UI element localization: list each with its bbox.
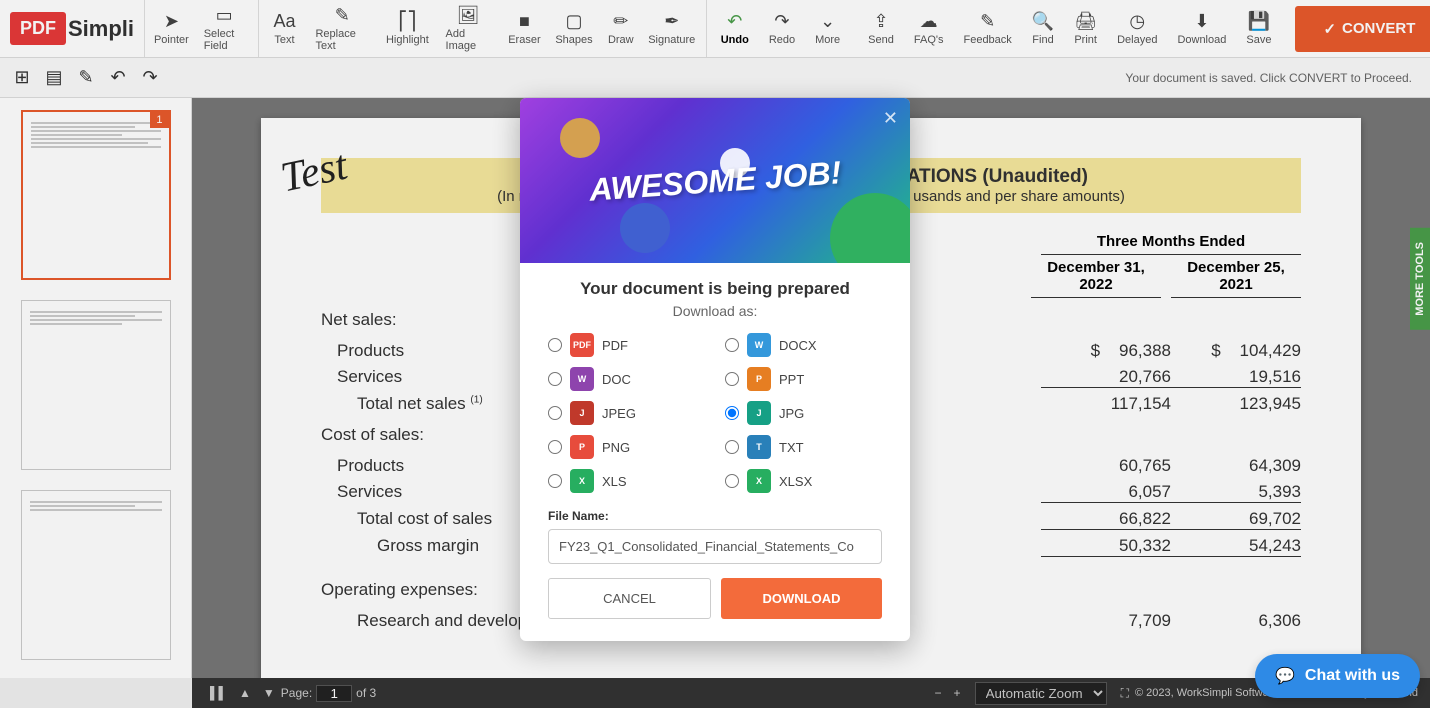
modal-banner: AWESOME JOB! ✕: [520, 98, 910, 263]
ppt-icon: P: [747, 367, 771, 391]
format-ppt[interactable]: PPPT: [725, 367, 882, 391]
download-confirm-button[interactable]: DOWNLOAD: [721, 578, 882, 619]
pdf-icon: PDF: [570, 333, 594, 357]
format-jpg[interactable]: JJPG: [725, 401, 882, 425]
format-png[interactable]: PPNG: [548, 435, 705, 459]
modal-heading: Your document is being prepared: [548, 279, 882, 299]
banner-text: AWESOME JOB!: [588, 156, 842, 206]
png-icon: P: [570, 435, 594, 459]
filename-label: File Name:: [548, 509, 882, 523]
modal-close-button[interactable]: ✕: [883, 108, 898, 129]
chat-icon: 💬: [1275, 666, 1295, 686]
format-txt[interactable]: TTXT: [725, 435, 882, 459]
format-jpeg[interactable]: JJPEG: [548, 401, 705, 425]
xlsx-icon: X: [747, 469, 771, 493]
doc-icon: W: [570, 367, 594, 391]
docx-icon: W: [747, 333, 771, 357]
cancel-button[interactable]: CANCEL: [548, 578, 711, 619]
download-modal: AWESOME JOB! ✕ Your document is being pr…: [520, 98, 910, 641]
chat-widget[interactable]: 💬 Chat with us: [1255, 654, 1420, 698]
format-xls[interactable]: XXLS: [548, 469, 705, 493]
format-docx[interactable]: WDOCX: [725, 333, 882, 357]
filename-input[interactable]: [548, 529, 882, 564]
jpg-icon: J: [747, 401, 771, 425]
format-doc[interactable]: WDOC: [548, 367, 705, 391]
txt-icon: T: [747, 435, 771, 459]
xls-icon: X: [570, 469, 594, 493]
format-xlsx[interactable]: XXLSX: [725, 469, 882, 493]
modal-overlay: AWESOME JOB! ✕ Your document is being pr…: [0, 0, 1430, 708]
format-grid: PDFPDF WDOCX WDOC PPPT JJPEG JJPG PPNG T…: [548, 333, 882, 493]
modal-subheading: Download as:: [548, 303, 882, 319]
format-pdf[interactable]: PDFPDF: [548, 333, 705, 357]
jpeg-icon: J: [570, 401, 594, 425]
